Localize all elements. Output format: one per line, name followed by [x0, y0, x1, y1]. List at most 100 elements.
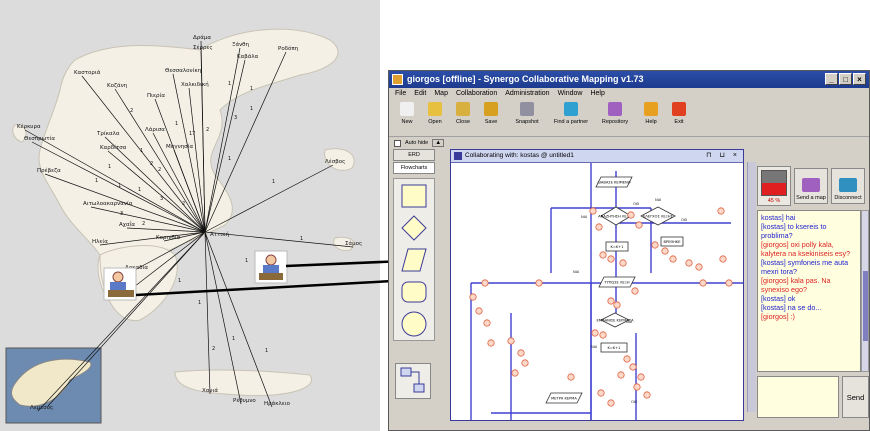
chat-log: kostas] hai [kostas] to ksereis to probli… [757, 210, 861, 372]
chat-scrollbar[interactable] [861, 210, 869, 372]
flow-point[interactable] [487, 339, 495, 347]
flow-point[interactable] [483, 319, 491, 327]
flow-point[interactable] [599, 331, 607, 339]
flow-point[interactable] [589, 207, 597, 215]
circle-shape-tool[interactable] [400, 310, 428, 338]
document-titlebar[interactable]: Collaborating with: kostas @ untitled1 ⊓… [451, 150, 743, 163]
flow-point[interactable] [619, 259, 627, 267]
flow-point[interactable] [469, 293, 477, 301]
rectangle-shape-tool[interactable] [400, 182, 428, 210]
flowchart-canvas[interactable]: ΔΙΑΒΑΣΕ ΚΕΙΜΕΝΟΑΝΑΖΗΤΗΣΗ ΛΕΞΗΣ ΕΛΕΓΧΟΣ ΛΕ… [451, 163, 743, 420]
parallelogram-shape-tool[interactable] [400, 246, 428, 274]
collapse-arrow-icon[interactable]: ▲ [432, 139, 445, 147]
edge-count-label: 1 [228, 156, 231, 162]
toolbar-help-button[interactable]: Help [637, 100, 665, 136]
flow-point[interactable] [695, 263, 703, 271]
toolbar-new-button[interactable]: New [393, 100, 421, 136]
flow-point[interactable] [617, 371, 625, 379]
tab-erd[interactable]: ERD [393, 149, 435, 161]
disconnect-button[interactable]: Disconnect [831, 168, 865, 204]
chat-scroll-thumb[interactable] [863, 271, 868, 341]
flow-point[interactable] [685, 259, 693, 267]
flow-node-label: ΤΥΠΩΣΕ ΛΕΞΗ [603, 281, 630, 285]
toolbar: New Open Close Save Snapshot Find a partner Re… [389, 100, 869, 137]
flow-point[interactable] [643, 391, 651, 399]
chat-input[interactable] [757, 376, 839, 418]
flow-point[interactable] [475, 307, 483, 315]
toolbar-snapshot-button[interactable]: Snapshot [505, 100, 549, 136]
flow-point[interactable] [717, 207, 725, 215]
flow-point[interactable] [661, 247, 669, 255]
autohide-checkbox[interactable] [394, 139, 401, 147]
flow-point[interactable] [511, 369, 519, 377]
edge-count-label: 1 [272, 179, 275, 185]
flow-point[interactable] [567, 373, 575, 381]
flow-point[interactable] [699, 279, 707, 287]
edge-count-label: 1 [95, 178, 98, 184]
toolbar-label: Repository [601, 119, 629, 125]
tab-flowcharts[interactable]: Flowcharts [393, 162, 435, 174]
user-giorgos-icon [103, 267, 137, 301]
flow-point[interactable] [631, 287, 639, 295]
document-window-buttons[interactable]: ⊓ ⊔ × [706, 150, 740, 162]
flow-point[interactable] [607, 255, 615, 263]
menu-collaboration[interactable]: Collaboration [456, 88, 497, 100]
toolbar-close-button[interactable]: Close [449, 100, 477, 136]
send-map-button[interactable]: Send a map [794, 168, 828, 204]
menu-edit[interactable]: Edit [414, 88, 426, 100]
edge-count-label: 17 [189, 131, 195, 137]
flow-point[interactable] [629, 363, 637, 371]
flow-point[interactable] [481, 279, 489, 287]
flow-point[interactable] [507, 337, 515, 345]
city-label: Ρέθυμνο [233, 397, 256, 404]
flow-point[interactable] [651, 241, 659, 249]
flow-point[interactable] [535, 279, 543, 287]
flow-point[interactable] [521, 359, 529, 367]
maximize-button[interactable]: □ [839, 73, 852, 85]
flow-point[interactable] [637, 373, 645, 381]
flow-point[interactable] [623, 355, 631, 363]
toolbar-find-a-partner-button[interactable]: Find a partner [549, 100, 593, 136]
canvas-scrollbar[interactable] [747, 162, 756, 412]
flow-point[interactable] [599, 251, 607, 259]
minimize-button[interactable]: _ [825, 73, 838, 85]
flow-point[interactable] [669, 255, 677, 263]
chat-panel: 45 % Send a map Disconnect kostas] hai [k… [757, 160, 869, 420]
flow-point[interactable] [591, 329, 599, 337]
toolbar-label: New [401, 119, 413, 125]
flow-node-label: ΜΕΤΡΑ ΚΕΡΜΑ [551, 397, 577, 401]
toolbar-open-button[interactable]: Open [421, 100, 449, 136]
menu-window[interactable]: Window [558, 88, 583, 100]
diamond-shape-tool[interactable] [400, 214, 428, 242]
connector-tool[interactable] [395, 363, 431, 399]
toolbar-repository-button[interactable]: Repository [593, 100, 637, 136]
flow-point[interactable] [725, 279, 733, 287]
flow-point[interactable] [613, 301, 621, 309]
city-label: Λέσβος [325, 158, 345, 165]
toolbar-save-button[interactable]: Save [477, 100, 505, 136]
flow-point[interactable] [627, 211, 635, 219]
branch-label: OXI [631, 400, 637, 404]
flow-point[interactable] [607, 399, 615, 407]
edge-count-label: 2 [142, 221, 145, 227]
edge-count-label: 2 [150, 161, 153, 167]
flow-point[interactable] [517, 349, 525, 357]
toolbar-exit-button[interactable]: Exit [665, 100, 693, 136]
menu-file[interactable]: File [395, 88, 406, 100]
flow-point[interactable] [719, 255, 727, 263]
flow-point[interactable] [597, 389, 605, 397]
rounded-rect-shape-tool[interactable] [400, 278, 428, 306]
edge-count-label: 3 [234, 115, 237, 121]
meter-bar [761, 170, 787, 196]
menu-help[interactable]: Help [590, 88, 604, 100]
flow-node-label: ΕΛΕΓΧΟΣ ΛΕΞΗΣ [643, 215, 673, 219]
flow-point[interactable] [607, 297, 615, 305]
close-window-button[interactable]: × [853, 73, 866, 85]
flow-point[interactable] [635, 221, 643, 229]
send-button[interactable]: Send [842, 376, 869, 418]
menu-administration[interactable]: Administration [505, 88, 549, 100]
flow-point[interactable] [633, 383, 641, 391]
title-bar[interactable]: giorgos [offline] - Synergo Collaborativ… [389, 71, 869, 88]
menu-map[interactable]: Map [434, 88, 448, 100]
flow-point[interactable] [595, 223, 603, 231]
